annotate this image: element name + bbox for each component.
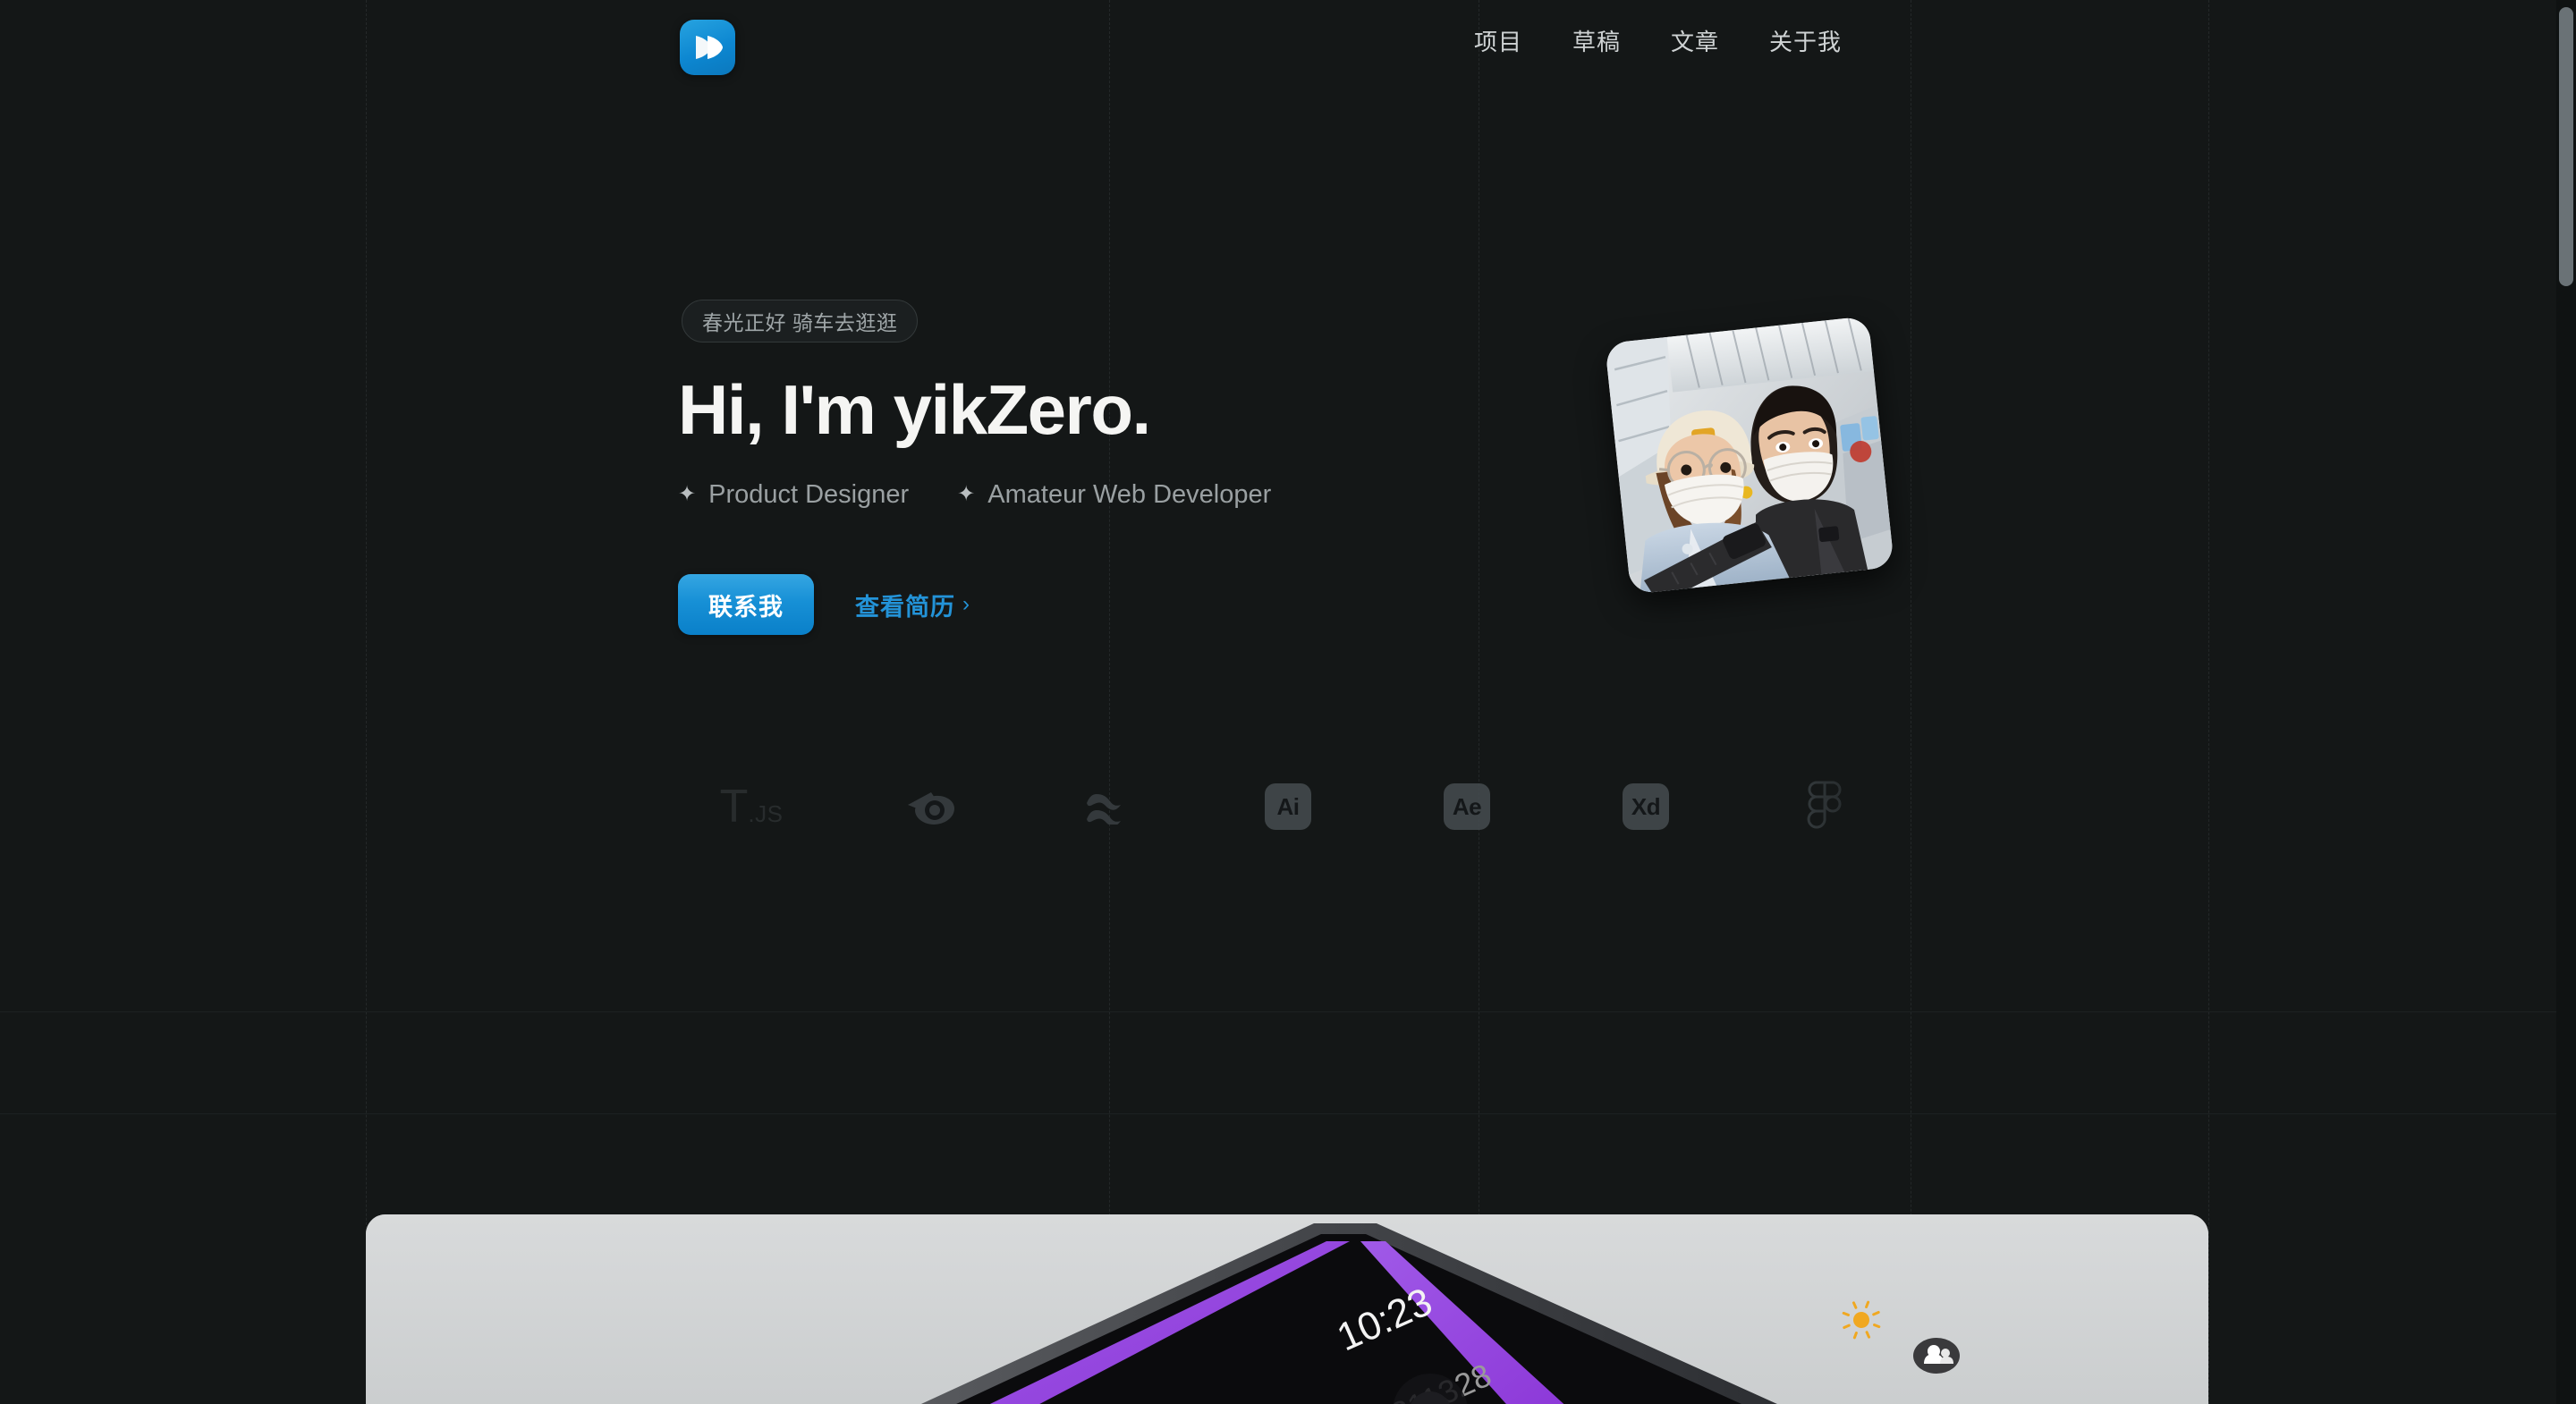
three-js-suffix: .JS bbox=[748, 799, 784, 827]
cta-row: 联系我 查看简历 › bbox=[678, 574, 970, 635]
role-line: ✦ Product Designer ✦ Amateur Web Develop… bbox=[678, 477, 1271, 512]
page-title: Hi, I'm yikZero. bbox=[678, 370, 1151, 449]
site-header: 项目 草稿 文章 关于我 bbox=[0, 0, 2576, 98]
blender-icon bbox=[908, 792, 954, 825]
adobe-xd-icon: Xd bbox=[1623, 783, 1669, 830]
nav-item-drafts[interactable]: 草稿 bbox=[1547, 27, 1646, 57]
main-nav: 项目 草稿 文章 关于我 bbox=[1449, 27, 1867, 57]
figma-icon bbox=[1807, 781, 1842, 829]
sparkle-icon-2: ✦ bbox=[957, 482, 976, 506]
tool-logo-strip: T .JS Ai Ae Xd bbox=[662, 762, 1914, 851]
showcase-image: 10:23 78211328 bbox=[366, 1214, 2208, 1404]
contacts-icon bbox=[1913, 1338, 1960, 1374]
role-label-designer: Product Designer bbox=[708, 480, 910, 509]
tool-illustrator[interactable]: Ai bbox=[1199, 762, 1377, 851]
tailwind-css-icon bbox=[1087, 794, 1121, 825]
after-effects-icon: Ae bbox=[1444, 783, 1490, 830]
three-js-mark: T bbox=[719, 780, 749, 833]
grid-line-v1 bbox=[366, 0, 367, 1404]
background-grid bbox=[0, 0, 2576, 1404]
grid-line-v5 bbox=[2208, 0, 2209, 1404]
tool-three-js[interactable]: T .JS bbox=[662, 762, 841, 851]
view-resume-label: 查看简历 bbox=[855, 593, 955, 621]
chevron-right-icon: › bbox=[962, 592, 970, 616]
tool-figma[interactable] bbox=[1735, 762, 1914, 851]
role-label-developer: Amateur Web Developer bbox=[987, 480, 1272, 509]
tool-adobe-xd[interactable]: Xd bbox=[1556, 762, 1735, 851]
hero-photo-wrapper bbox=[1605, 316, 1894, 595]
logo-mark-icon bbox=[696, 36, 723, 59]
view-resume-link[interactable]: 查看简历 › bbox=[855, 588, 970, 622]
three-js-icon: T .JS bbox=[719, 780, 784, 833]
sparkle-icon: ✦ bbox=[678, 482, 697, 506]
illustrator-icon: Ai bbox=[1265, 783, 1311, 830]
showcase-card[interactable]: 10:23 78211328 bbox=[366, 1214, 2208, 1404]
phone-mockup-illustration: 10:23 78211328 bbox=[366, 1214, 2208, 1404]
page-scroll-thumb[interactable] bbox=[2559, 7, 2573, 286]
tool-tailwind[interactable] bbox=[1020, 762, 1199, 851]
status-badge[interactable]: 春光正好 骑车去逛逛 bbox=[682, 300, 919, 343]
grid-line-v2 bbox=[1109, 0, 1110, 1404]
nav-item-about[interactable]: 关于我 bbox=[1744, 27, 1867, 57]
tool-blender[interactable] bbox=[841, 762, 1020, 851]
avatar-photo[interactable] bbox=[1605, 316, 1894, 595]
nav-item-projects[interactable]: 项目 bbox=[1449, 27, 1547, 57]
grid-line-h2 bbox=[0, 1113, 2576, 1114]
site-logo[interactable] bbox=[680, 20, 735, 75]
page-scrollbar[interactable] bbox=[2556, 0, 2576, 1404]
page-root: 项目 草稿 文章 关于我 春光正好 骑车去逛逛 Hi, I'm yikZero.… bbox=[0, 0, 2576, 1404]
contact-button[interactable]: 联系我 bbox=[678, 574, 814, 635]
tool-after-effects[interactable]: Ae bbox=[1377, 762, 1556, 851]
grid-line-h1 bbox=[0, 1011, 2576, 1012]
nav-item-articles[interactable]: 文章 bbox=[1646, 27, 1744, 57]
avatar-photo-illustration bbox=[1605, 316, 1894, 595]
